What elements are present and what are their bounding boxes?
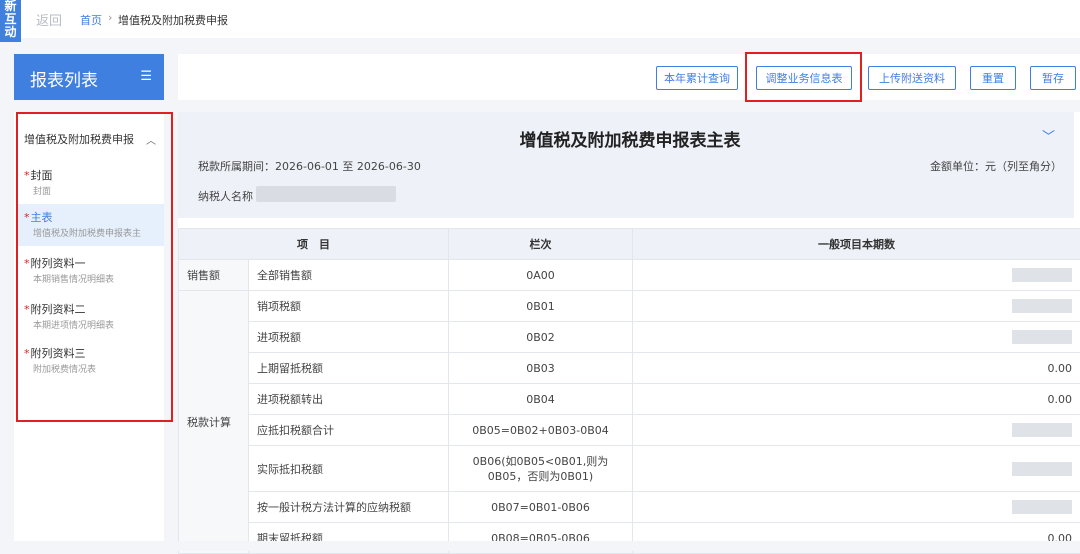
report-group-title[interactable]: 增值税及附加税费申报 — [24, 131, 134, 147]
col-header-current: 一般项目本期数 — [633, 229, 1080, 260]
report-item-sub: 本期进项情况明细表 — [33, 318, 161, 331]
table-row: 销售额 全部销售额 0A00 — [179, 260, 1080, 291]
row-item: 按一般计税方法计算的应纳税额 — [249, 492, 449, 523]
amount-unit: 金额单位：元（列至角分） — [930, 158, 1062, 174]
adjust-business-info-button[interactable]: 调整业务信息表 — [756, 66, 852, 90]
row-code: 0B07=0B01-0B06 — [449, 492, 633, 523]
report-item-label: 主表 — [31, 211, 53, 224]
report-item-schedule-1[interactable]: *附列资料一 本期销售情况明细表 — [18, 250, 164, 292]
row-value-input[interactable] — [633, 322, 1080, 353]
chevron-up-icon[interactable]: ︿ — [146, 132, 156, 147]
taxpayer-name-redacted — [256, 186, 396, 202]
back-button[interactable]: 返回 — [36, 10, 62, 29]
breadcrumb-current: 增值税及附加税费申报 — [118, 12, 228, 28]
required-mark: * — [24, 211, 30, 224]
required-mark: * — [24, 257, 30, 270]
breadcrumb-home-link[interactable]: 首页 — [80, 12, 102, 28]
upload-attachments-button[interactable]: 上传附送资料 — [868, 66, 956, 90]
col-header-code: 栏次 — [449, 229, 633, 260]
chevron-down-icon[interactable]: ﹀ — [1042, 126, 1055, 145]
report-item-sub: 增值税及附加税费申报表主 — [33, 226, 161, 239]
row-value-input[interactable]: 0.00 — [633, 353, 1080, 384]
report-item-label: 附列资料一 — [31, 257, 86, 270]
report-item-sub: 本期销售情况明细表 — [33, 272, 161, 285]
row-item: 应抵扣税额合计 — [249, 415, 449, 446]
collapse-menu-icon[interactable]: ☰ — [140, 69, 152, 84]
table-row: 进项税额转出 0B04 0.00 — [179, 384, 1080, 415]
report-item-label: 附列资料三 — [31, 347, 86, 360]
row-item: 全部销售额 — [249, 260, 449, 291]
category-cell: 销售额 — [179, 260, 249, 291]
row-code: 0B04 — [449, 384, 633, 415]
report-list-title: 报表列表 — [30, 66, 98, 91]
row-item: 实际抵扣税额 — [249, 446, 449, 492]
table-row: 实际抵扣税额 0B06(如0B05<0B01,则为0B05，否则为0B01) — [179, 446, 1080, 492]
reset-button[interactable]: 重置 — [970, 66, 1016, 90]
report-item-sub: 附加税费情况表 — [33, 362, 161, 375]
category-cell: 税款计算 — [179, 291, 249, 554]
row-code: 0B03 — [449, 353, 633, 384]
row-item: 进项税额转出 — [249, 384, 449, 415]
redacted-value — [1012, 299, 1072, 313]
table-row: 税款计算 销项税额 0B01 — [179, 291, 1080, 322]
redacted-value — [1012, 330, 1072, 344]
report-item-main[interactable]: *主表 增值税及附加税费申报表主 — [18, 204, 164, 246]
row-item: 上期留抵税额 — [249, 353, 449, 384]
save-draft-button[interactable]: 暂存 — [1030, 66, 1076, 90]
interaction-tab-char: 动 — [0, 26, 21, 39]
table-row: 按一般计税方法计算的应纳税额 0B07=0B01-0B06 — [179, 492, 1080, 523]
report-item-sub: 封面 — [33, 184, 161, 197]
row-code: 0B06(如0B05<0B01,则为0B05，否则为0B01) — [449, 446, 633, 492]
row-value-input[interactable] — [633, 446, 1080, 492]
row-value-input[interactable] — [633, 291, 1080, 322]
bottom-edge — [0, 541, 1080, 551]
table-row: 上期留抵税额 0B03 0.00 — [179, 353, 1080, 384]
row-code: 0A00 — [449, 260, 633, 291]
row-item: 进项税额 — [249, 322, 449, 353]
row-value-input[interactable] — [633, 492, 1080, 523]
report-item-cover[interactable]: *封面 封面 — [18, 162, 164, 204]
tax-period: 税款所属期间：2026-06-01 至 2026-06-30 — [198, 158, 421, 174]
row-value-input[interactable] — [633, 415, 1080, 446]
interaction-tab[interactable]: 新 互 动 — [0, 0, 21, 42]
report-item-schedule-3[interactable]: *附列资料三 附加税费情况表 — [18, 340, 164, 382]
col-header-item: 项 目 — [179, 229, 449, 260]
table-row: 应抵扣税额合计 0B05=0B02+0B03-0B04 — [179, 415, 1080, 446]
redacted-value — [1012, 423, 1072, 437]
table-row: 进项税额 0B02 — [179, 322, 1080, 353]
redacted-value — [1012, 500, 1072, 514]
required-mark: * — [24, 347, 30, 360]
report-item-schedule-2[interactable]: *附列资料二 本期进项情况明细表 — [18, 296, 164, 338]
declaration-table: 项 目 栏次 一般项目本期数 销售额 全部销售额 0A00 税款计算 销项税额 … — [178, 228, 1080, 554]
row-value-input[interactable] — [633, 260, 1080, 291]
report-item-label: 封面 — [31, 169, 53, 182]
required-mark: * — [24, 303, 30, 316]
required-mark: * — [24, 169, 30, 182]
row-code: 0B05=0B02+0B03-0B04 — [449, 415, 633, 446]
annual-query-button[interactable]: 本年累计查询 — [656, 66, 738, 90]
report-item-label: 附列资料二 — [31, 303, 86, 316]
form-title: 增值税及附加税费申报表主表 — [470, 126, 790, 151]
redacted-value — [1012, 462, 1072, 476]
row-code: 0B01 — [449, 291, 633, 322]
report-list-header: 报表列表 ☰ — [14, 54, 164, 100]
row-code: 0B02 — [449, 322, 633, 353]
redacted-value — [1012, 268, 1072, 282]
taxpayer-name-label: 纳税人名称 — [198, 188, 253, 204]
row-item: 销项税额 — [249, 291, 449, 322]
row-value-input[interactable]: 0.00 — [633, 384, 1080, 415]
breadcrumb-separator-icon: › — [108, 11, 112, 24]
